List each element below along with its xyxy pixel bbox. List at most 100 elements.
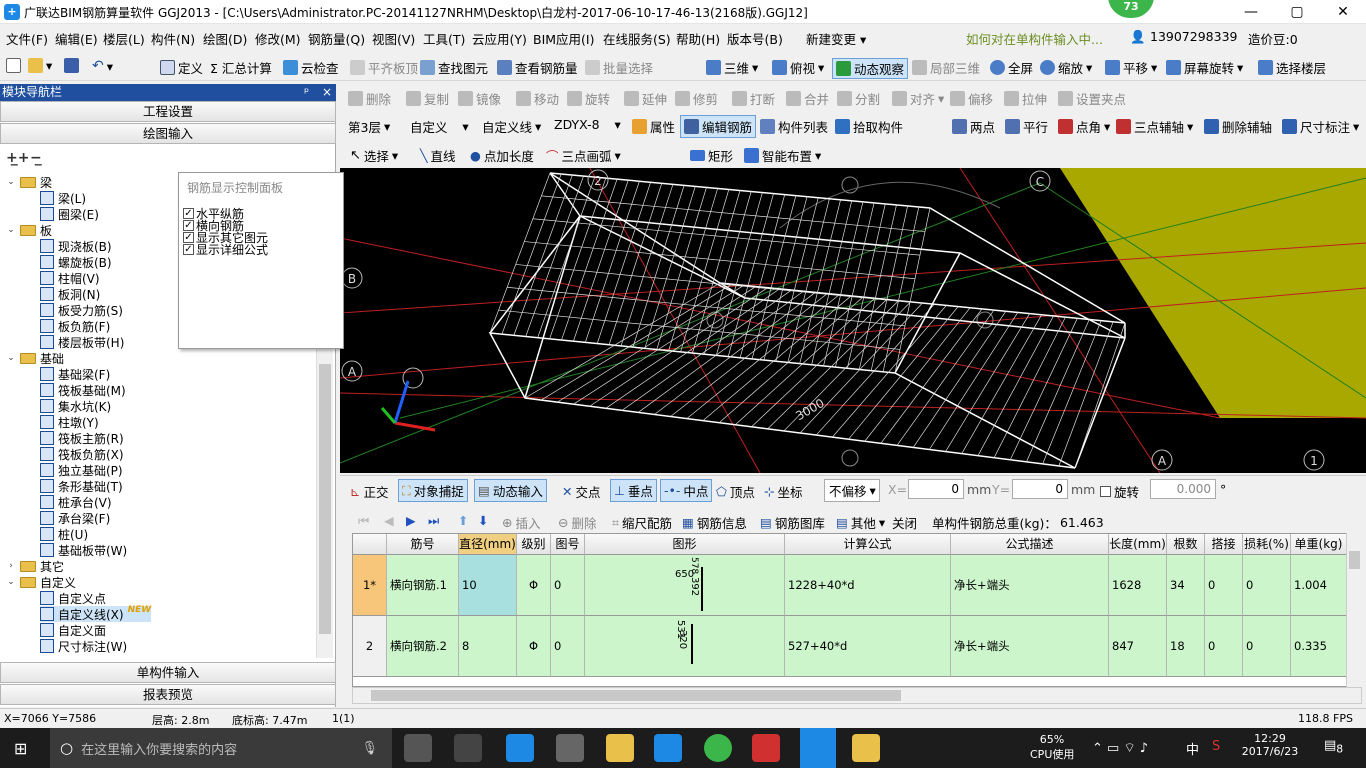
tree-item[interactable]: 基础梁(F) [40, 366, 110, 382]
tree-item[interactable]: 条形基础(T) [40, 478, 123, 494]
last-record-icon[interactable]: ⏭ [428, 513, 439, 529]
app-icon-1[interactable] [454, 734, 482, 762]
tree-item[interactable]: 自定义点 [40, 590, 106, 606]
notes-app-icon[interactable] [852, 734, 880, 762]
tree-expand-icon[interactable]: ⌄ [6, 577, 16, 587]
rotate-button[interactable]: 旋转 [567, 89, 610, 108]
menu-online[interactable]: 在线服务(S) [603, 29, 671, 48]
offset-button[interactable]: 偏移 [950, 89, 993, 108]
close-table-button[interactable]: 关闭 [892, 513, 917, 532]
menu-draw[interactable]: 绘图(D) [203, 29, 247, 48]
three-d-button[interactable]: 三维 ▾ [706, 58, 758, 77]
tree-folder[interactable]: ⌄ 梁 [6, 174, 52, 190]
table-cell[interactable]: 0 [1205, 555, 1243, 616]
checkbox-detailed-formula[interactable]: ✓ 显示详细公式 [183, 241, 268, 258]
line-tool-button[interactable]: ╲ 直线 [420, 146, 456, 165]
tree-item[interactable]: 筏板基础(M) [40, 382, 126, 398]
table-cell[interactable]: 净长+端头 [951, 555, 1109, 616]
table-header-cell[interactable]: 图形 [585, 534, 785, 555]
object-snap-button[interactable]: ⛶ 对象捕捉 [398, 479, 468, 502]
dimension-button[interactable]: 尺寸标注 ▾ [1282, 117, 1359, 136]
new-file-icon[interactable] [6, 58, 21, 73]
tree-item[interactable]: 圈梁(E) [40, 206, 99, 222]
rotate-input[interactable]: 0.000 [1150, 479, 1216, 499]
maximize-button[interactable]: ▢ [1274, 0, 1320, 24]
menu-new-change[interactable]: 新建变更 ▾ [806, 29, 866, 48]
tree-item[interactable]: 筏板主筋(R) [40, 430, 124, 446]
collapse-all-icon[interactable]: −̲ [30, 150, 42, 166]
table-cell[interactable]: Φ [517, 616, 551, 677]
table-header-cell[interactable] [353, 534, 387, 555]
table-cell[interactable]: 0.335 [1291, 616, 1347, 677]
component-list-button[interactable]: 构件列表 [760, 117, 828, 136]
ggj-active-app-icon[interactable] [800, 728, 836, 768]
table-h-scrollbar[interactable] [352, 687, 1362, 704]
rectangle-button[interactable]: 矩形 [690, 146, 733, 165]
sogou-icon[interactable]: S [1212, 739, 1220, 754]
table-cell[interactable]: Φ [517, 555, 551, 616]
menu-version[interactable]: 版本号(B) [727, 29, 783, 48]
expand-all-icon[interactable]: +̲+ [6, 150, 29, 166]
menu-view[interactable]: 视图(V) [372, 29, 415, 48]
tree-folder[interactable]: ⌄ 板 [6, 222, 52, 238]
table-h-scroll-thumb[interactable] [371, 690, 901, 701]
other-menu-button[interactable]: ▤ 其他 ▾ [836, 513, 885, 532]
batch-select-button[interactable]: 批量选择 [585, 58, 653, 77]
mirror-button[interactable]: 镜像 [458, 89, 501, 108]
tree-item[interactable]: 板洞(N) [40, 286, 100, 302]
table-header-cell[interactable]: 直径(mm) [459, 534, 517, 555]
ortho-button[interactable]: ⊾ 正交 [350, 482, 389, 501]
rebar-info-button[interactable]: ▦ 钢筋信息 [682, 513, 747, 532]
tree-item[interactable]: 柱帽(V) [40, 270, 100, 286]
drawing-canvas[interactable]: 2 C B A A 1 3000 [340, 168, 1366, 473]
table-cell[interactable]: 847 [1109, 616, 1167, 677]
table-header-cell[interactable]: 公式描述 [951, 534, 1109, 555]
table-cell[interactable]: 650 578 392 [585, 555, 785, 616]
align-button[interactable]: 对齐 ▾ [892, 89, 944, 108]
dynamic-view-button[interactable]: 动态观察 [832, 58, 909, 79]
parallel-button[interactable]: 平行 [1005, 117, 1048, 136]
find-element-button[interactable]: 查找图元 [420, 58, 488, 77]
zoom-button[interactable]: 缩放 ▾ [1040, 58, 1092, 77]
tree-item[interactable]: 自定义线(X) NEW [40, 605, 152, 622]
tree-folder[interactable]: ⌄ 基础 [6, 350, 64, 366]
table-cell[interactable]: 527+40*d [785, 616, 951, 677]
rotate-screen-button[interactable]: 屏幕旋转 ▾ [1166, 58, 1243, 77]
pick-component-button[interactable]: 拾取构件 [835, 117, 903, 136]
tree-item[interactable]: 螺旋板(B) [40, 254, 112, 270]
copy-button[interactable]: 复制 [406, 89, 449, 108]
store-icon[interactable] [556, 734, 584, 762]
tree-folder[interactable]: › 其它 [6, 558, 64, 574]
first-record-icon[interactable]: ⏮ [358, 513, 369, 529]
move-button[interactable]: 移动 [516, 89, 559, 108]
save-icon[interactable] [64, 58, 79, 73]
prev-record-icon[interactable]: ◀ [384, 513, 394, 528]
tree-item[interactable]: 梁(L) [40, 190, 86, 206]
table-cell[interactable]: 18 [1167, 616, 1205, 677]
rebar-library-button[interactable]: ▤ 钢筋图库 [760, 513, 825, 532]
scale-rebar-button[interactable]: ⌗ 缩尺配筋 [612, 513, 672, 532]
edit-rebar-button[interactable]: 编辑钢筋 [680, 115, 757, 138]
task-view-icon[interactable] [404, 734, 432, 762]
intersect-button[interactable]: ✕ 交点 [562, 482, 601, 501]
tree-expand-icon[interactable]: ⌄ [6, 177, 16, 187]
select-floor-button[interactable]: 选择楼层 [1258, 58, 1326, 77]
tree-item[interactable]: 承台梁(F) [40, 510, 110, 526]
taskbar-search[interactable]: ○ 在这里输入你要搜索的内容 🎙 [50, 728, 392, 768]
table-cell[interactable]: 0 [1243, 616, 1291, 677]
tree-expand-icon[interactable]: › [6, 561, 16, 571]
table-header-cell[interactable]: 单重(kg) [1291, 534, 1347, 555]
glodon-app-icon[interactable] [654, 734, 682, 762]
table-cell[interactable]: 0 [551, 555, 585, 616]
tree-item[interactable]: 集水坑(K) [40, 398, 111, 414]
code-select[interactable]: ZDYX-8 ▾ [554, 117, 621, 132]
table-header-cell[interactable]: 计算公式 [785, 534, 951, 555]
tree-folder[interactable]: ⌄ 自定义 [6, 574, 76, 590]
table-header-cell[interactable]: 图号 [551, 534, 585, 555]
table-cell[interactable]: 横向钢筋.1 [387, 555, 459, 616]
view-rebar-button[interactable]: 查看钢筋量 [497, 58, 578, 77]
menu-file[interactable]: 文件(F) [6, 29, 48, 48]
notification-badge[interactable]: 73 [1108, 0, 1154, 18]
row-index-cell[interactable]: 1* [353, 555, 387, 616]
cloud-check-button[interactable]: 云检查 [283, 58, 339, 77]
